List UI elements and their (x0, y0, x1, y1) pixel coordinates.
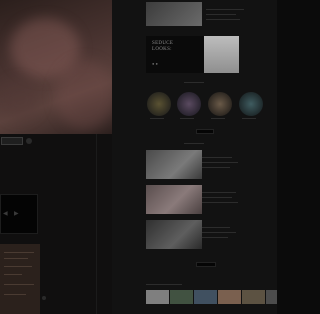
article-text-line (206, 9, 244, 10)
product-line (4, 284, 34, 285)
section-divider (184, 82, 204, 83)
article-text-line (206, 14, 236, 15)
shop-all-button[interactable] (196, 129, 214, 134)
category-circle[interactable] (147, 92, 171, 116)
page-content: SEDUCE LOOKS: ● ● (112, 0, 277, 314)
category-label (211, 118, 225, 119)
shop-logo[interactable] (1, 137, 23, 145)
product-card[interactable] (0, 244, 40, 314)
instagram-title (146, 284, 182, 285)
blog-post-text (202, 197, 232, 198)
product-line (4, 274, 22, 275)
blog-post-text (202, 192, 236, 193)
article-thumbnail[interactable] (146, 2, 202, 26)
arrow-left-icon[interactable]: ◀ (3, 211, 8, 217)
instagram-tile[interactable] (170, 290, 193, 304)
blog-post-text (202, 237, 228, 238)
category-label (150, 118, 164, 119)
instagram-tile[interactable] (146, 290, 169, 304)
left-panel: ◀ ▶ (0, 0, 112, 314)
category-circle[interactable] (208, 92, 232, 116)
blog-post-text (202, 232, 236, 233)
blog-post-text (202, 202, 238, 203)
hero-decoration (55, 60, 112, 130)
instagram-tile[interactable] (194, 290, 217, 304)
blog-post-text (202, 162, 238, 163)
more-posts-button[interactable] (196, 262, 216, 267)
instagram-tile[interactable] (242, 290, 265, 304)
blog-post-text (202, 157, 232, 158)
blog-post-text (202, 167, 230, 168)
instagram-tile[interactable] (266, 290, 277, 304)
shop-icon[interactable] (26, 138, 32, 144)
product-line (4, 252, 34, 253)
promo-title-line: LOOKS: (152, 47, 172, 52)
blog-post-image[interactable] (146, 150, 202, 179)
category-circle[interactable] (239, 92, 263, 116)
arrow-right-icon[interactable]: ▶ (14, 211, 19, 217)
blog-post-image[interactable] (146, 185, 202, 214)
instagram-tile[interactable] (218, 290, 241, 304)
product-line (4, 294, 26, 295)
scroll-indicator[interactable] (42, 296, 46, 300)
blog-post-text (202, 227, 230, 228)
blog-post-image[interactable] (146, 220, 202, 249)
promo-photo[interactable] (204, 36, 239, 73)
promo-title: SEDUCE LOOKS: (152, 41, 192, 53)
article-text-line (206, 19, 240, 20)
social-icons[interactable]: ● ● (152, 61, 158, 66)
category-label (242, 118, 256, 119)
divider (96, 134, 97, 314)
product-line (4, 258, 28, 259)
category-label (180, 118, 194, 119)
hero-banner[interactable] (0, 0, 112, 134)
hero-decoration (0, 80, 40, 120)
section-divider (184, 143, 204, 144)
category-circle[interactable] (177, 92, 201, 116)
product-line (4, 266, 32, 267)
